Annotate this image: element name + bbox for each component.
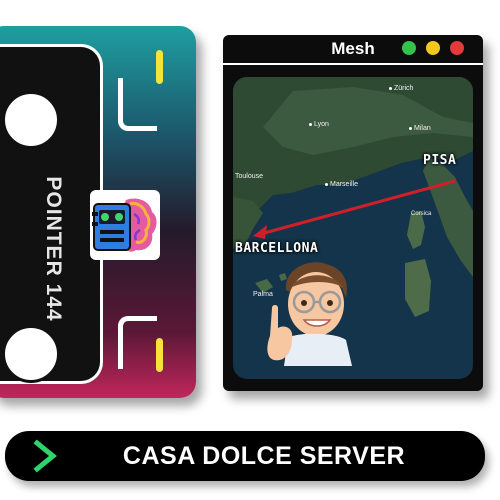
- window-title: Mesh: [331, 39, 375, 58]
- cassette-brain-icon: [90, 190, 160, 260]
- minimize-button[interactable]: [426, 41, 440, 55]
- cassette-panel: POINTER 144: [0, 44, 103, 384]
- route-to-label: BARCELLONA: [235, 241, 319, 256]
- city-label: Lyon: [309, 121, 329, 128]
- chevron-right-icon: [33, 439, 59, 478]
- maximize-button[interactable]: [402, 41, 416, 55]
- memoji-pointing-icon: [266, 258, 362, 366]
- cassette-notch-top: [156, 50, 163, 84]
- city-label: Toulouse: [235, 173, 264, 180]
- cassette-reel-top: [2, 91, 60, 149]
- route-arrowhead: [253, 225, 267, 239]
- route-from-label: PISA: [423, 153, 457, 168]
- cassette-notch-bottom: [156, 338, 163, 372]
- server-name-label: CASA DOLCE SERVER: [122, 442, 406, 470]
- cassette-label: POINTER 144: [23, 159, 83, 339]
- server-name-bar: CASA DOLCE SERVER: [5, 431, 485, 481]
- city-label: Milan: [409, 125, 431, 132]
- titlebar-divider: [223, 63, 483, 65]
- cassette-corner-bottom: [118, 316, 157, 369]
- city-label: Marseille: [325, 181, 358, 188]
- window-titlebar[interactable]: Mesh: [223, 35, 483, 63]
- city-label: Zürich: [389, 85, 413, 92]
- cassette-corner-top: [118, 78, 157, 131]
- city-label: Corsica: [411, 211, 432, 217]
- cassette-label-text: POINTER 144: [42, 176, 65, 322]
- close-button[interactable]: [450, 41, 464, 55]
- cassette-card: POINTER 144: [0, 26, 196, 398]
